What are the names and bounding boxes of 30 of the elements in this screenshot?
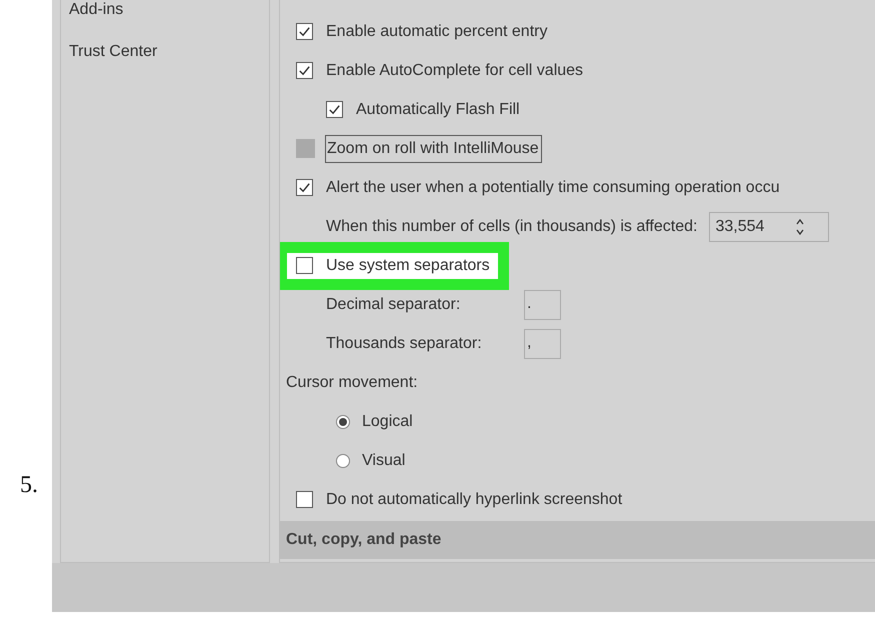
checkbox-label: Alert the user when a potentially time consuming operation occu	[326, 178, 780, 196]
checkbox-label: Use system separators	[326, 256, 490, 274]
checkbox[interactable]	[296, 257, 313, 274]
number-spinner[interactable]: 33,554	[709, 212, 830, 242]
radio-button[interactable]	[336, 454, 350, 468]
checkbox-label: Enable AutoComplete for cell values	[326, 62, 584, 80]
checkbox[interactable]	[296, 179, 313, 196]
checkbox-label: Do not automatically hyperlink screenshot	[326, 490, 622, 508]
radio-label: Logical	[362, 412, 413, 430]
spinner-value: 33,554	[715, 218, 766, 236]
field-label: Decimal separator:	[326, 296, 462, 314]
checkbox[interactable]	[326, 101, 343, 118]
group-label: Cursor movement:	[286, 374, 418, 392]
checkbox-label: Automatically Flash Fill	[356, 100, 520, 118]
checkbox[interactable]	[296, 23, 313, 40]
section-header: Cut, copy, and paste	[280, 521, 875, 559]
checkbox-label: Enable automatic percent entry	[326, 22, 548, 40]
separator-field[interactable]: .	[524, 290, 561, 320]
radio-label: Visual	[362, 452, 406, 470]
checkbox-label: Zoom on roll with IntelliMouse	[325, 134, 542, 162]
checkbox[interactable]	[296, 62, 313, 79]
radio-button[interactable]	[336, 414, 350, 428]
field-label: When this number of cells (in thousands) is affected:	[326, 218, 698, 236]
checkbox[interactable]	[296, 491, 313, 508]
separator-field[interactable]: ,	[524, 328, 561, 358]
sidebar-item[interactable]: Add-ins	[69, 0, 269, 20]
field-label: Thousands separator:	[326, 334, 483, 352]
step-number: 5.	[20, 472, 38, 499]
spinner-arrows-icon[interactable]	[795, 216, 806, 236]
sidebar-item[interactable]: Trust Center	[69, 42, 269, 62]
